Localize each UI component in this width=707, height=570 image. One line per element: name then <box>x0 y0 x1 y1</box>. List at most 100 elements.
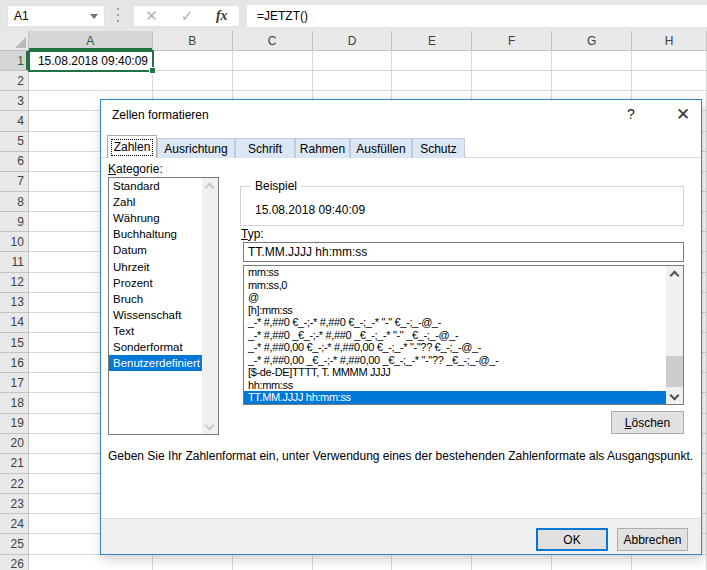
row-header-14[interactable]: 14 <box>0 313 29 333</box>
cell[interactable] <box>472 71 552 91</box>
cell[interactable] <box>233 51 313 71</box>
cell[interactable] <box>632 71 707 91</box>
cell[interactable] <box>233 71 313 91</box>
cell[interactable] <box>29 71 153 91</box>
scroll-down-icon[interactable] <box>202 419 217 434</box>
cell[interactable] <box>313 555 393 570</box>
format-item[interactable]: @ <box>244 291 683 304</box>
column-header-G[interactable]: G <box>552 31 632 51</box>
cancel-icon[interactable]: ✕ <box>145 7 158 25</box>
row-header-13[interactable]: 13 <box>0 293 29 313</box>
name-box[interactable]: A1 <box>7 5 105 27</box>
cell[interactable] <box>552 51 632 71</box>
column-header-B[interactable]: B <box>153 31 233 51</box>
insert-function-icon[interactable]: fx <box>216 8 228 24</box>
row-header-10[interactable]: 10 <box>0 232 29 252</box>
cell[interactable] <box>153 555 233 570</box>
delete-button[interactable]: Löschen <box>611 411 684 434</box>
close-button[interactable]: ✕ <box>668 104 698 126</box>
footer-divider <box>101 518 701 554</box>
row-header-9[interactable]: 9 <box>0 212 29 232</box>
row-header-4[interactable]: 4 <box>0 111 29 131</box>
tab-rahmen[interactable]: Rahmen <box>295 138 350 158</box>
row-header-8[interactable]: 8 <box>0 192 29 212</box>
row-header-3[interactable]: 3 <box>0 91 29 111</box>
cell[interactable] <box>153 51 233 71</box>
formula-input[interactable]: =JETZT() <box>247 5 707 27</box>
format-item[interactable]: hh:mm:ss <box>244 379 683 392</box>
format-item[interactable]: mm:ss,0 <box>244 279 683 292</box>
tab-ausfüllen[interactable]: Ausfüllen <box>350 138 412 158</box>
column-header-D[interactable]: D <box>313 31 393 51</box>
row-header-20[interactable]: 20 <box>0 434 29 454</box>
format-item[interactable]: mm:ss <box>244 266 683 279</box>
column-header-F[interactable]: F <box>472 31 552 51</box>
format-item[interactable]: _-* #,##0 €_-;-* #,##0 €_-;_-* "-" €_-;_… <box>244 316 683 329</box>
format-scroll-down-icon[interactable] <box>666 389 683 404</box>
row-header-6[interactable]: 6 <box>0 152 29 172</box>
format-item[interactable]: [h]:mm:ss <box>244 304 683 317</box>
format-item[interactable]: _-* #,##0,00 €_-;-* #,##0,00 €_-;_-* "-"… <box>244 341 683 354</box>
enter-icon[interactable]: ✓ <box>181 7 194 25</box>
format-item[interactable]: _-* #,##0,00 _€_-;-* #,##0,00 _€_-;_-* "… <box>244 354 683 367</box>
format-item[interactable]: _-* #,##0 _€_-;-* #,##0 _€_-;_-* "-" _€_… <box>244 329 683 342</box>
name-box-dropdown-icon[interactable] <box>90 14 98 19</box>
row-header-17[interactable]: 17 <box>0 373 29 393</box>
row-header-24[interactable]: 24 <box>0 514 29 534</box>
cancel-button[interactable]: Abbrechen <box>617 528 688 551</box>
column-header-C[interactable]: C <box>233 31 313 51</box>
type-input[interactable]: TT.MM.JJJJ hh:mm:ss <box>243 242 684 262</box>
row-header-15[interactable]: 15 <box>0 333 29 353</box>
tab-schutz[interactable]: Schutz <box>412 138 465 158</box>
row-header-26[interactable]: 26 <box>0 555 29 570</box>
fill-handle[interactable] <box>149 67 156 74</box>
row-header-1[interactable]: 1 <box>0 51 29 71</box>
category-item-benutzerdefiniert[interactable]: Benutzerdefiniert <box>109 355 202 371</box>
column-header-E[interactable]: E <box>392 31 472 51</box>
select-all-corner[interactable] <box>0 31 29 51</box>
tab-schrift[interactable]: Schrift <box>235 138 295 158</box>
tab-ausrichtung[interactable]: Ausrichtung <box>157 138 235 158</box>
cell[interactable] <box>29 555 153 570</box>
row-header-23[interactable]: 23 <box>0 494 29 514</box>
cell[interactable] <box>153 71 233 91</box>
row-header-2[interactable]: 2 <box>0 71 29 91</box>
format-scroll-up-icon[interactable] <box>666 266 683 281</box>
column-header-H[interactable]: H <box>632 31 707 51</box>
cell[interactable] <box>552 555 632 570</box>
row-header-18[interactable]: 18 <box>0 393 29 413</box>
cell[interactable] <box>233 555 313 570</box>
format-item[interactable]: TT.MM.JJJJ hh:mm:ss <box>244 391 666 404</box>
cell[interactable] <box>632 51 707 71</box>
format-item[interactable]: [$-de-DE]TTTT, T. MMMM JJJJ <box>244 366 683 379</box>
cell[interactable] <box>313 51 393 71</box>
cell[interactable] <box>392 555 472 570</box>
row-header-22[interactable]: 22 <box>0 474 29 494</box>
category-listbox[interactable]: StandardZahlWährungBuchhaltungDatumUhrze… <box>108 177 219 435</box>
ok-button[interactable]: OK <box>536 528 608 551</box>
selected-cell-a1[interactable]: 15.08.2018 09:40:09 <box>28 50 154 72</box>
column-header-A[interactable]: A <box>29 31 153 51</box>
cell[interactable] <box>472 51 552 71</box>
row-header-12[interactable]: 12 <box>0 273 29 293</box>
tab-zahlen[interactable]: Zahlen <box>107 135 157 158</box>
row-header-7[interactable]: 7 <box>0 172 29 192</box>
cell[interactable] <box>552 71 632 91</box>
scroll-up-icon[interactable] <box>202 178 217 193</box>
row-header-11[interactable]: 11 <box>0 252 29 272</box>
row-header-25[interactable]: 25 <box>0 534 29 554</box>
row-header-5[interactable]: 5 <box>0 132 29 152</box>
row-header-21[interactable]: 21 <box>0 454 29 474</box>
format-scrollbar[interactable] <box>666 266 683 404</box>
row-header-19[interactable]: 19 <box>0 414 29 434</box>
cell[interactable] <box>392 71 472 91</box>
category-scrollbar[interactable] <box>202 178 218 434</box>
help-button[interactable]: ? <box>620 106 642 124</box>
cell[interactable] <box>392 51 472 71</box>
row-header-16[interactable]: 16 <box>0 353 29 373</box>
cell[interactable] <box>632 555 707 570</box>
format-listbox[interactable]: mm:ssmm:ss,0@[h]:mm:ss_-* #,##0 €_-;-* #… <box>243 265 684 405</box>
format-scroll-thumb[interactable] <box>666 356 683 387</box>
cell[interactable] <box>313 71 393 91</box>
cell[interactable] <box>472 555 552 570</box>
